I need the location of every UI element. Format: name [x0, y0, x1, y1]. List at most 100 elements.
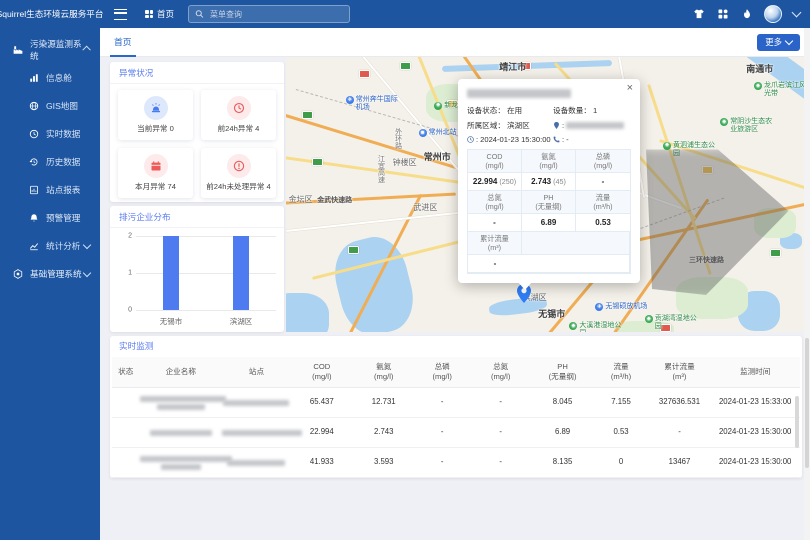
- sidebar-group-base[interactable]: 基础管理系统: [0, 260, 100, 288]
- tp-cell: -: [415, 457, 470, 467]
- sidebar-menu: 污染源监测系统信息舱GIS地图实时数据历史数据站点报表预警管理统计分析基础管理系…: [0, 36, 100, 288]
- tree-poi-icon: ♣: [569, 322, 577, 330]
- device-count-label: 设备数量：: [553, 105, 591, 116]
- map-label: 常州市: [424, 150, 451, 163]
- sidebar-item-dashboard[interactable]: 信息舱: [0, 64, 100, 92]
- y-axis-tick: 2: [128, 233, 132, 240]
- map-label: ♣大溪港湿地公园: [569, 322, 621, 332]
- popup-param-header: 总氮(mg/l): [468, 191, 522, 214]
- column-header: 站点: [222, 367, 291, 377]
- column-header: COD(mg/l): [291, 362, 353, 382]
- x-axis-label: 滨湖区: [230, 316, 253, 327]
- sidebar-item-report[interactable]: 站点报表: [0, 176, 100, 204]
- chevron-down-icon[interactable]: [792, 8, 802, 18]
- breadcrumb[interactable]: 首页: [145, 8, 174, 20]
- monitor-title: 实时监测: [110, 336, 802, 356]
- chevron-down-icon: [83, 269, 91, 277]
- company-cell: [140, 394, 223, 412]
- menu-search[interactable]: [188, 5, 350, 23]
- sidebar-item-stats[interactable]: 统计分析: [0, 232, 100, 260]
- tree-poi-icon: ♣: [720, 118, 728, 126]
- lake-taihu: [286, 293, 329, 332]
- region-label: 所属区域：: [467, 120, 505, 131]
- total-flow-cell: -: [649, 427, 711, 437]
- avatar[interactable]: [764, 5, 782, 23]
- y-axis-tick: 1: [128, 270, 132, 277]
- monitor-table: 状态企业名称站点COD(mg/l)氨氮(mg/l)总磷(mg/l)总氮(mg/l…: [112, 357, 800, 478]
- device-status-label: 设备状态：: [467, 105, 505, 116]
- popup-caret: [518, 282, 532, 290]
- popup-param-header: 累计流量(m³): [468, 232, 522, 255]
- station-cell: [222, 428, 291, 438]
- station-name-redacted: [222, 430, 302, 436]
- total-flow-cell: 13467: [649, 457, 711, 467]
- table-row[interactable]: 41.9333.593--8.1350134672024-01-23 15:30…: [112, 448, 800, 478]
- home-grid-icon: [145, 10, 153, 18]
- time-cell: 2024-01-23 15:33:00: [710, 397, 799, 407]
- map-label: ✈无锡硕放机场: [595, 303, 647, 311]
- sidebar-item-globe[interactable]: GIS地图: [0, 92, 100, 120]
- cod-cell: 65.437: [291, 397, 353, 407]
- tab-home[interactable]: 首页: [110, 28, 136, 57]
- warning-icon: [227, 154, 251, 178]
- station-popup: × 设备状态：在用 设备数量：1 所属区域：滨湖区 : :2024-01-23 …: [458, 79, 640, 283]
- phone-icon: [553, 136, 560, 143]
- map-label: 无锡市: [538, 307, 565, 320]
- siren-icon: [144, 96, 168, 120]
- popup-measurements-table: COD(mg/l)氨氮(mg/l)总磷(mg/l)22.994 (250)2.7…: [467, 149, 631, 274]
- popup-param-value: -: [468, 255, 522, 273]
- tree-poi-icon: ♣: [663, 142, 671, 150]
- search-icon: [195, 10, 204, 19]
- alert-tile[interactable]: 当前异常 0: [118, 90, 193, 140]
- alert-status-card: 异常状况 当前异常 0前24h异常 4本月异常 74前24h未处理异常 4: [110, 62, 284, 202]
- bar-滨湖区[interactable]: [233, 236, 249, 310]
- more-button[interactable]: 更多: [757, 34, 800, 51]
- alert-tile[interactable]: 前24h未处理异常 4: [201, 148, 276, 198]
- popup-phone: -: [566, 135, 569, 144]
- flame-icon[interactable]: [740, 8, 753, 21]
- station-name-redacted: [223, 400, 289, 406]
- sidebar-item-bell[interactable]: 预警管理: [0, 204, 100, 232]
- device-status-value: 在用: [507, 105, 522, 116]
- map-label: 金坛区: [289, 194, 313, 205]
- location-pin-icon: [553, 122, 560, 129]
- sidebar-item-clock[interactable]: 实时数据: [0, 120, 100, 148]
- bar-无锡市[interactable]: [163, 236, 179, 310]
- alert-tile[interactable]: 本月异常 74: [118, 148, 193, 198]
- popup-param-value: 22.994 (250): [468, 173, 522, 191]
- nh3n-cell: 2.743: [353, 427, 415, 437]
- alert-tile[interactable]: 前24h异常 4: [201, 90, 276, 140]
- total-flow-cell: 327636.531: [649, 397, 711, 407]
- hamburger-icon[interactable]: [114, 9, 127, 20]
- app-logo: Squirrel生态环境云服务平台: [0, 0, 100, 28]
- tp-cell: -: [415, 397, 470, 407]
- column-header: PH(无量纲): [532, 362, 594, 382]
- report-icon: [28, 184, 40, 196]
- sidebar-group-monitor[interactable]: 污染源监测系统: [0, 36, 100, 64]
- table-row[interactable]: 22.9942.743--6.890.53-2024-01-23 15:30:0…: [112, 418, 800, 448]
- chevron-down-icon: [785, 37, 793, 45]
- flow-cell: 0.53: [594, 427, 649, 437]
- layout-icon[interactable]: [716, 8, 729, 21]
- train-poi-icon: ■: [419, 129, 427, 137]
- popup-param-header: 流量(m³/h): [576, 191, 630, 214]
- search-input[interactable]: [208, 9, 322, 20]
- company-cell: [140, 454, 223, 472]
- popup-param-header: 总磷(mg/l): [576, 150, 630, 173]
- map-label: 武进区: [413, 202, 437, 213]
- region-value: 滨湖区: [507, 120, 530, 131]
- close-icon[interactable]: ×: [627, 83, 633, 94]
- page-scrollbar[interactable]: [804, 28, 810, 540]
- table-scrollbar[interactable]: [795, 396, 799, 448]
- map-label: 钟楼区: [393, 157, 417, 168]
- x-axis-label: 无锡市: [160, 316, 183, 327]
- table-row[interactable]: 65.43712.731--8.0457.155327636.5312024-0…: [112, 388, 800, 418]
- column-header: 企业名称: [140, 367, 223, 377]
- sidebar-item-history[interactable]: 历史数据: [0, 148, 100, 176]
- nh3n-cell: 3.593: [353, 457, 415, 467]
- time-cell: 2024-01-23 15:30:00: [710, 427, 799, 437]
- cod-cell: 41.933: [291, 457, 353, 467]
- station-name-redacted: [467, 89, 571, 98]
- theme-icon[interactable]: [692, 8, 705, 21]
- popup-param-value: -: [576, 173, 630, 191]
